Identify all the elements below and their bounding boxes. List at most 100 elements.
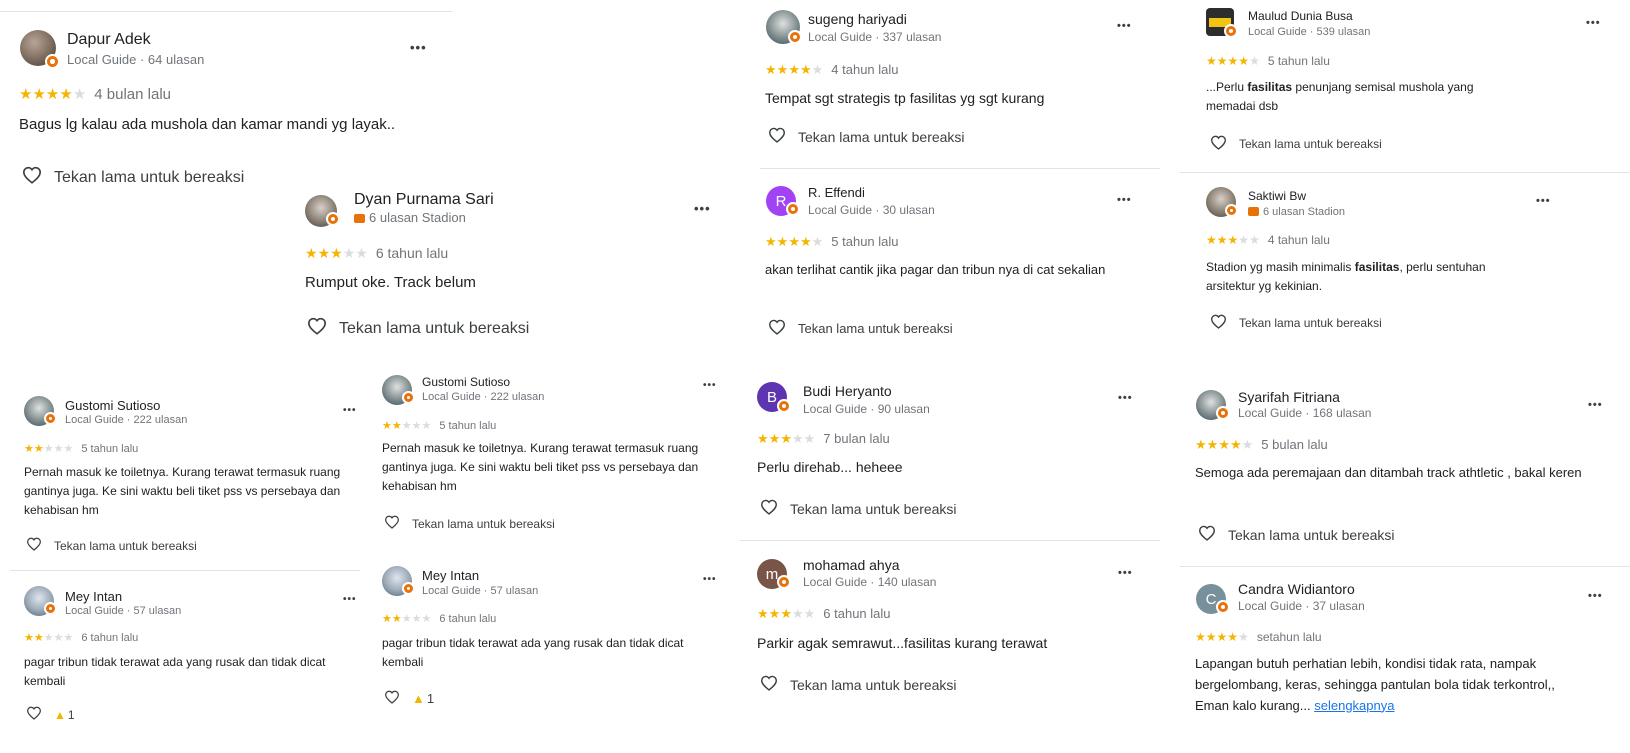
star-rating: ★★★★★ 4 bulan lalu: [19, 85, 171, 103]
local-guide-badge-icon: [1224, 24, 1238, 38]
star-filled-icon: ★: [1216, 630, 1228, 644]
heart-icon: [22, 166, 42, 189]
review-card: Gustomi Sutioso Local Guide · 222 ulasan…: [0, 385, 370, 565]
star-filled-icon: ★: [768, 606, 781, 621]
reaction-label: Tekan lama untuk bereaksi: [790, 500, 957, 517]
more-options-button[interactable]: •••: [1117, 20, 1132, 32]
reaction-button[interactable]: Tekan lama untuk bereaksi: [307, 317, 529, 340]
star-filled-icon: ★: [1229, 437, 1242, 452]
star-rating: ★★★★★ 4 tahun lalu: [765, 62, 899, 78]
local-guide-badge-icon: [1216, 600, 1230, 614]
review-card: Dapur Adek Local Guide · 64 ulasan ••• ★…: [0, 12, 452, 192]
more-options-button[interactable]: •••: [694, 201, 711, 216]
star-rating: ★★★★★ 6 tahun lalu: [24, 631, 138, 644]
reviewer-name[interactable]: Candra Widiantoro: [1238, 581, 1355, 597]
star-rating: ★★★★★ 5 tahun lalu: [382, 419, 496, 432]
review-time: 4 tahun lalu: [1267, 233, 1330, 247]
review-text: Pernah masuk ke toiletnya. Kurang terawa…: [24, 465, 341, 518]
reaction-button[interactable]: Tekan lama untuk bereaksi: [22, 166, 244, 189]
reviewer-meta: Local Guide · 57 ulasan: [65, 605, 182, 617]
reaction-button[interactable]: ▲ 1: [384, 690, 434, 707]
local-guide-badge-icon: [786, 202, 800, 216]
pray-emoji-icon: ▲: [412, 691, 425, 706]
star-filled-icon: ★: [1195, 437, 1207, 452]
more-options-button[interactable]: •••: [410, 40, 427, 55]
reviewer-name[interactable]: Dyan Purnama Sari: [354, 191, 494, 209]
star-filled-icon: ★: [33, 443, 44, 455]
reaction-button[interactable]: Tekan lama untuk bereaksi: [760, 675, 957, 694]
star-empty-icon: ★: [811, 234, 824, 249]
reviewer-name[interactable]: sugeng hariyadi: [808, 11, 907, 27]
reviewer-name[interactable]: Mey Intan: [422, 568, 479, 583]
star-filled-icon: ★: [776, 234, 789, 249]
more-options-button[interactable]: •••: [1118, 392, 1133, 404]
reaction-label: Tekan lama untuk bereaksi: [339, 319, 530, 337]
star-filled-icon: ★: [1216, 54, 1228, 68]
star-empty-icon: ★: [401, 613, 412, 625]
more-options-button[interactable]: •••: [703, 574, 717, 585]
reviewer-name[interactable]: Gustomi Sutioso: [422, 375, 510, 389]
reviewer-name[interactable]: Dapur Adek: [67, 31, 151, 49]
star-rating: ★★★★★ 6 tahun lalu: [305, 245, 448, 262]
review-time: 6 tahun lalu: [81, 632, 139, 644]
reaction-button[interactable]: Tekan lama untuk bereaksi: [1210, 314, 1382, 332]
reviewer-name[interactable]: Syarifah Fitriana: [1238, 389, 1340, 405]
reviewer-meta: Local Guide · 90 ulasan: [803, 402, 930, 416]
reviewer-name[interactable]: Maulud Dunia Busa: [1248, 9, 1353, 23]
star-filled-icon: ★: [788, 234, 800, 249]
review-time: 6 tahun lalu: [439, 613, 497, 625]
reaction-count: 1: [426, 691, 435, 706]
reaction-button[interactable]: Tekan lama untuk bereaksi: [384, 515, 555, 532]
review-text: ...Perlu fasilitas penunjang semisal mus…: [1206, 80, 1474, 114]
review-time: 4 tahun lalu: [831, 62, 899, 77]
star-filled-icon: ★: [382, 420, 392, 432]
review-time: 5 tahun lalu: [1267, 54, 1330, 68]
read-more-link[interactable]: selengkapnya: [1314, 698, 1394, 713]
more-options-button[interactable]: •••: [1118, 567, 1133, 579]
star-rating: ★★★★★ 4 tahun lalu: [1206, 233, 1330, 247]
review-text: pagar tribun tidak terawat ada yang rusa…: [24, 655, 326, 689]
reviewer-name[interactable]: Mey Intan: [65, 589, 122, 604]
reviewer-name[interactable]: R. Effendi: [808, 185, 865, 200]
star-filled-icon: ★: [757, 606, 769, 621]
reaction-button[interactable]: Tekan lama untuk bereaksi: [768, 319, 953, 338]
reaction-label: Tekan lama untuk bereaksi: [1228, 526, 1395, 543]
review-time: setahun lalu: [1256, 630, 1322, 644]
local-guide-badge-icon: [777, 575, 791, 589]
reaction-button[interactable]: Tekan lama untuk bereaksi: [26, 537, 197, 554]
star-filled-icon: ★: [788, 62, 800, 77]
reaction-button[interactable]: Tekan lama untuk bereaksi: [760, 499, 957, 518]
review-time: 6 tahun lalu: [375, 245, 449, 261]
heart-icon: [307, 317, 327, 340]
more-options-button[interactable]: •••: [343, 405, 357, 416]
reviewer-name[interactable]: Gustomi Sutioso: [65, 398, 160, 413]
local-guide-badge-icon: [326, 212, 340, 226]
reaction-button[interactable]: Tekan lama untuk bereaksi: [768, 127, 965, 146]
reviewer-name[interactable]: Saktiwi Bw: [1248, 189, 1306, 203]
more-options-button[interactable]: •••: [1586, 17, 1601, 29]
star-empty-icon: ★: [53, 443, 64, 455]
reaction-button[interactable]: ▲ 1: [26, 706, 75, 723]
reviewer-name[interactable]: mohamad ahya: [803, 557, 900, 573]
reviewer-meta: Local Guide · 168 ulasan: [1238, 406, 1372, 420]
star-empty-icon: ★: [401, 420, 412, 432]
more-options-button[interactable]: •••: [1588, 590, 1603, 602]
star-empty-icon: ★: [43, 443, 54, 455]
star-empty-icon: ★: [1238, 233, 1250, 247]
star-filled-icon: ★: [33, 632, 44, 644]
more-options-button[interactable]: •••: [703, 380, 717, 391]
review-text: akan terlihat cantik jika pagar dan trib…: [765, 262, 1106, 277]
star-filled-icon: ★: [45, 86, 60, 103]
reaction-button[interactable]: Tekan lama untuk bereaksi: [1210, 135, 1382, 153]
star-rating: ★★★★★ 5 tahun lalu: [24, 442, 138, 455]
reviewer-name[interactable]: Budi Heryanto: [803, 383, 892, 399]
divider: [1180, 172, 1630, 173]
more-options-button[interactable]: •••: [343, 594, 357, 605]
more-options-button[interactable]: •••: [1536, 195, 1551, 207]
more-options-button[interactable]: •••: [1588, 399, 1603, 411]
star-filled-icon: ★: [317, 245, 331, 261]
star-rating: ★★★★★ 5 bulan lalu: [1195, 437, 1328, 453]
review-text: Parkir agak semrawut...fasilitas kurang …: [757, 635, 1048, 651]
more-options-button[interactable]: •••: [1117, 194, 1132, 206]
reaction-button[interactable]: Tekan lama untuk bereaksi: [1198, 525, 1395, 544]
